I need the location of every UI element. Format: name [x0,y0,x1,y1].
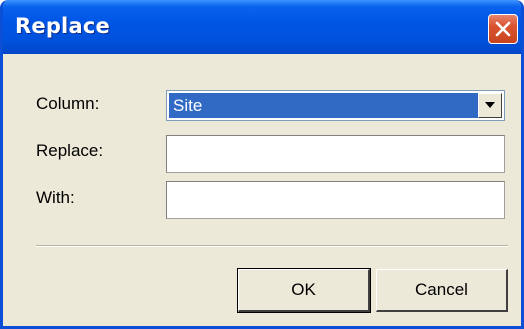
column-dropdown-button[interactable] [478,93,502,118]
with-input[interactable] [167,182,504,218]
title-bar[interactable]: Replace [3,0,521,54]
with-label: With: [36,188,75,207]
replace-input[interactable] [167,136,504,172]
ok-button[interactable]: OK [237,268,371,313]
column-label: Column: [36,94,100,113]
replace-dialog: Replace Column: Site Replace: With: OK C… [0,0,524,329]
column-selected-value[interactable]: Site [169,93,478,118]
dialog-title: Replace [15,14,110,38]
column-select[interactable]: Site [166,90,505,121]
close-button[interactable] [488,14,518,44]
close-icon [495,21,511,37]
separator [36,245,508,247]
replace-field[interactable] [166,135,505,173]
cancel-button[interactable]: Cancel [376,269,508,312]
with-field[interactable] [166,181,505,219]
dialog-body: Column: Site Replace: With: OK Cancel [3,54,521,326]
chevron-down-icon [485,102,495,108]
replace-label: Replace: [36,141,104,160]
